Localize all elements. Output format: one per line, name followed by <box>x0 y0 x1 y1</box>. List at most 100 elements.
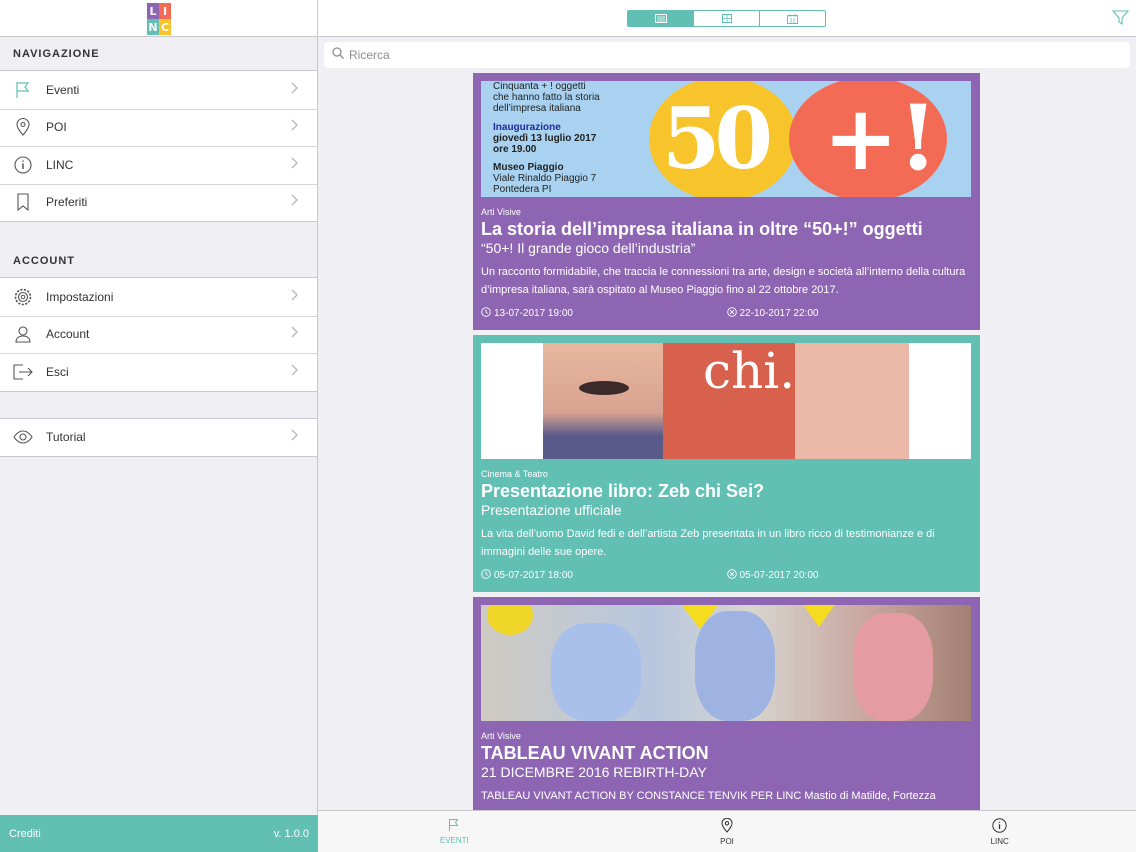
end-time-icon <box>726 569 737 582</box>
event-start: 13-07-2017 19:00 <box>481 307 727 320</box>
logo-letter: N <box>147 19 159 35</box>
poster-shape <box>695 611 775 721</box>
credits-bar[interactable]: Crediti v. 1.0.0 <box>0 815 318 852</box>
event-title: Presentazione libro: Zeb chi Sei? <box>481 481 765 501</box>
event-start: 05-07-2017 18:00 <box>481 569 727 582</box>
extra-group: Tutorial <box>0 417 317 457</box>
chevron-right-icon <box>291 288 317 306</box>
poster-sign: +! <box>823 85 938 191</box>
search-input[interactable] <box>349 48 1109 62</box>
event-description: La vita dell’uomo David fedi e dell’arti… <box>481 528 935 558</box>
event-subtitle: 21 DICEMBRE 2016 REBIRTH-DAY <box>481 764 707 780</box>
tab-eventi[interactable]: EVENTI <box>318 811 591 852</box>
gear-icon <box>0 288 46 306</box>
chevron-right-icon <box>291 428 317 446</box>
tab-bar: EVENTI POI LINC <box>318 810 1136 852</box>
list-view-icon[interactable] <box>628 11 694 26</box>
map-pin-icon <box>721 817 733 835</box>
view-segmented-control <box>627 10 826 27</box>
sidebar-item-label: Eventi <box>46 82 80 97</box>
logo-letter: L <box>147 3 159 19</box>
poster-line: giovedì 13 luglio 2017 <box>493 133 597 144</box>
sidebar-item-label: Impostazioni <box>46 289 114 304</box>
poster-panel <box>543 343 663 459</box>
sidebar-item-poi[interactable]: POI <box>0 108 317 147</box>
poster-line: Pontedera PI <box>493 184 552 195</box>
clock-icon <box>481 569 491 582</box>
navigation-group: Eventi POI LINC Preferiti <box>0 70 317 222</box>
event-start-label: 05-07-2017 18:00 <box>494 570 573 581</box>
poster-number: 50 <box>662 89 773 188</box>
poster-line: Museo Piaggio <box>493 162 564 173</box>
event-description: TABLEAU VIVANT ACTION BY CONSTANCE TENVI… <box>481 790 936 802</box>
event-title: TABLEAU VIVANT ACTION <box>481 743 709 763</box>
search-icon <box>332 46 344 64</box>
event-category: Cinema & Teatro <box>481 469 548 479</box>
event-description: Un racconto formidabile, che traccia le … <box>481 266 966 296</box>
poster-line: Cinquanta + ! oggetti <box>493 81 586 92</box>
poster-line: che hanno fatto la storia <box>493 92 600 103</box>
search-bar[interactable] <box>324 42 1130 68</box>
logo-letter: C <box>159 19 171 35</box>
chevron-right-icon <box>291 363 317 381</box>
chevron-right-icon <box>291 81 317 99</box>
logout-icon <box>0 364 46 380</box>
event-poster: 50 +! Cinquanta + ! oggetti che hanno fa… <box>481 81 971 197</box>
sidebar-item-eventi[interactable]: Eventi <box>0 71 317 109</box>
info-icon <box>0 156 46 174</box>
main-panel: 50 +! Cinquanta + ! oggetti che hanno fa… <box>318 0 1136 852</box>
account-group: Impostazioni Account Esci <box>0 277 317 392</box>
event-title: La storia dell’impresa italiana in oltre… <box>481 219 923 239</box>
sidebar-item-impostazioni[interactable]: Impostazioni <box>0 278 317 316</box>
event-poster: chi. <box>481 343 971 459</box>
event-dates: 05-07-2017 18:00 05-07-2017 20:00 <box>481 569 972 582</box>
user-icon <box>0 325 46 343</box>
flag-icon <box>448 818 460 834</box>
poster-line: Inaugurazione <box>493 122 561 133</box>
poster-line: Viale Rinaldo Piaggio 7 <box>493 173 597 184</box>
bookmark-icon <box>0 193 46 212</box>
poster-line: ore 19.00 <box>493 144 537 155</box>
poster-word: chi. <box>703 343 796 400</box>
event-subtitle: “50+! Il grande gioco dell’industria” <box>481 240 696 256</box>
event-category: Arti Visive <box>481 207 521 217</box>
tab-poi[interactable]: POI <box>591 811 864 852</box>
sidebar-item-account[interactable]: Account <box>0 315 317 354</box>
eye-icon <box>0 430 46 444</box>
event-card[interactable]: 50 +! Cinquanta + ! oggetti che hanno fa… <box>473 73 980 330</box>
sidebar-item-label: POI <box>46 120 67 135</box>
grid-view-icon[interactable] <box>694 11 760 26</box>
credits-link[interactable]: Crediti <box>9 828 41 840</box>
chevron-right-icon <box>291 193 317 211</box>
sidebar-item-esci[interactable]: Esci <box>0 353 317 391</box>
poster-shape <box>799 605 839 627</box>
linc-logo: L I N C <box>147 3 171 35</box>
poster-text: Cinquanta + ! oggetti che hanno fatto la… <box>493 81 600 195</box>
account-header: ACCOUNT <box>13 255 75 267</box>
sidebar-item-preferiti[interactable]: Preferiti <box>0 183 317 222</box>
sidebar-item-label: LINC <box>46 157 74 172</box>
sidebar-item-linc[interactable]: LINC <box>0 146 317 184</box>
sidebar-item-tutorial[interactable]: Tutorial <box>0 419 317 457</box>
version-label: v. 1.0.0 <box>273 827 309 840</box>
event-card[interactable]: chi. Cinema & Teatro Presentazione libro… <box>473 335 980 592</box>
chevron-right-icon <box>291 156 317 174</box>
chevron-right-icon <box>291 325 317 343</box>
navigation-header: NAVIGAZIONE <box>13 48 100 60</box>
event-start-label: 13-07-2017 19:00 <box>494 308 573 319</box>
clock-icon <box>481 307 491 320</box>
tab-label: EVENTI <box>439 836 469 845</box>
end-time-icon <box>726 307 737 320</box>
poster-shape <box>853 613 933 721</box>
calendar-view-icon[interactable] <box>760 11 825 26</box>
poster-shape <box>487 605 533 635</box>
filter-icon[interactable] <box>1111 10 1130 30</box>
event-end-label: 22-10-2017 22:00 <box>739 308 819 319</box>
tab-linc[interactable]: LINC <box>863 811 1136 852</box>
tab-label: LINC <box>990 836 1009 846</box>
sidebar-item-label: Esci <box>46 364 69 379</box>
sidebar-item-label: Tutorial <box>46 430 86 445</box>
event-card[interactable]: Arti Visive TABLEAU VIVANT ACTION 21 DIC… <box>473 597 980 810</box>
events-feed[interactable]: 50 +! Cinquanta + ! oggetti che hanno fa… <box>473 73 981 810</box>
poster-shape <box>551 623 641 721</box>
